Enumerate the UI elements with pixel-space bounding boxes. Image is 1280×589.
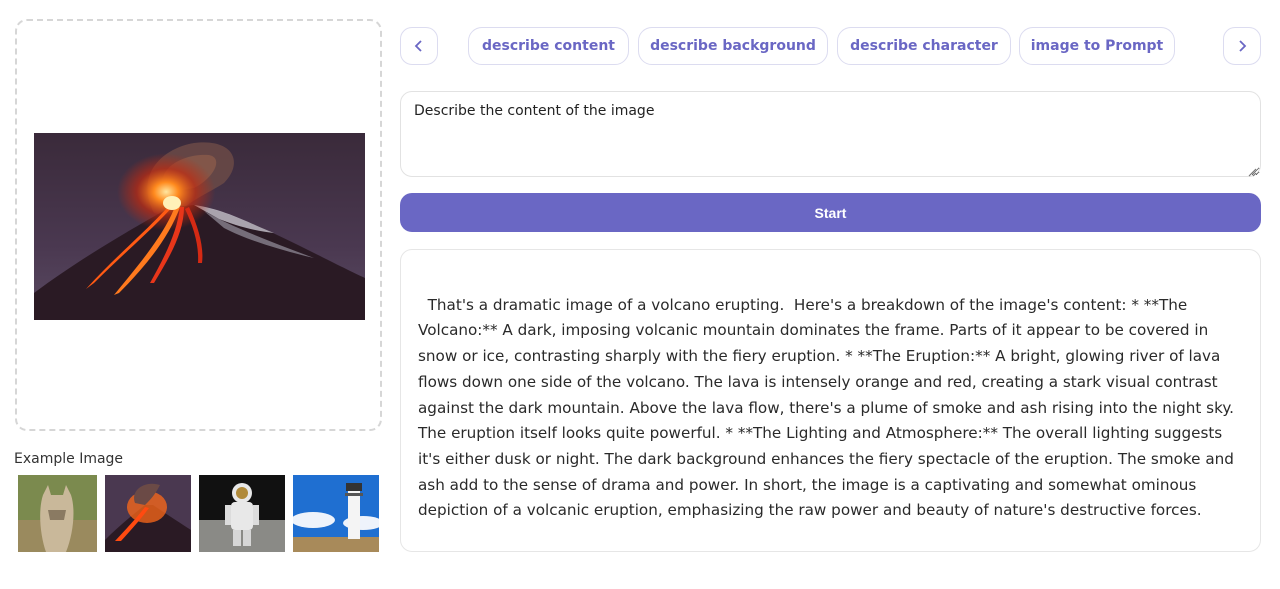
start-button[interactable]: Start: [400, 193, 1261, 232]
tab-image-to-prompt[interactable]: image to Prompt: [1019, 27, 1175, 65]
chevron-left-icon: [414, 37, 424, 56]
example-thumb-lighthouse[interactable]: [293, 475, 379, 552]
result-text: That's a dramatic image of a volcano eru…: [418, 295, 1239, 520]
tab-describe-character[interactable]: describe character: [837, 27, 1011, 65]
image-upload-area[interactable]: [15, 19, 382, 431]
tabs-next-button[interactable]: [1223, 27, 1261, 65]
volcano-eruption-image: [34, 133, 365, 320]
example-image-label: Example Image: [14, 451, 124, 467]
chevron-right-icon: [1237, 37, 1247, 56]
tab-describe-content[interactable]: describe content: [468, 27, 629, 65]
resize-handle-icon[interactable]: [1247, 162, 1257, 177]
tab-describe-background[interactable]: describe background: [638, 27, 828, 65]
example-thumb-lynx[interactable]: [18, 475, 97, 552]
example-thumb-astronaut[interactable]: [199, 475, 285, 552]
uploaded-image-preview: [34, 133, 365, 320]
result-output: That's a dramatic image of a volcano eru…: [400, 249, 1261, 552]
example-thumb-volcano[interactable]: [105, 475, 191, 552]
prompt-textarea[interactable]: Describe the content of the image: [400, 91, 1261, 177]
tabs-prev-button[interactable]: [400, 27, 438, 65]
